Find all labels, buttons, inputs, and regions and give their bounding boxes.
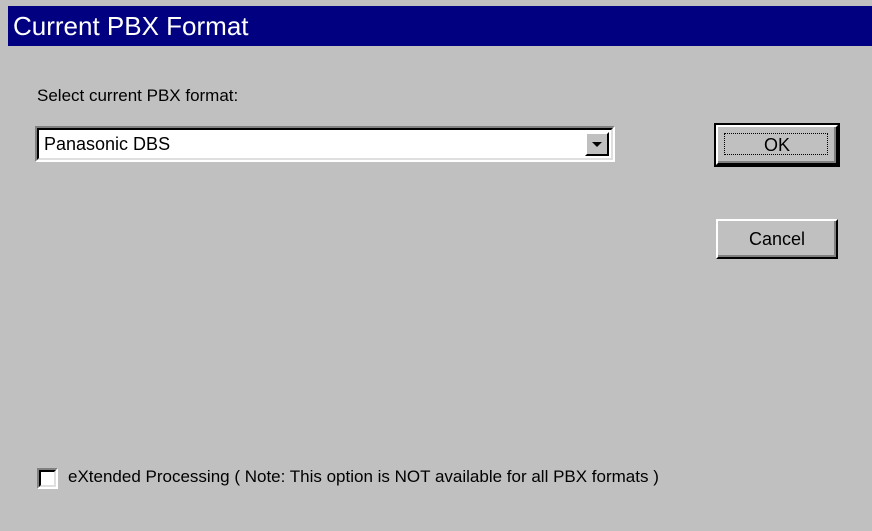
checkbox-box — [39, 470, 56, 487]
dropdown-button[interactable] — [585, 132, 609, 156]
window-title: Current PBX Format — [13, 11, 249, 41]
select-format-label: Select current PBX format: — [37, 86, 239, 105]
chevron-down-icon — [592, 142, 602, 147]
extended-processing-checkbox[interactable] — [37, 468, 58, 489]
dialog-window: Current PBX Format Select current PBX fo… — [0, 0, 872, 531]
dropdown-selected-value: Panasonic DBS — [44, 134, 171, 154]
cancel-button-label: Cancel — [748, 229, 806, 249]
title-bar[interactable]: Current PBX Format — [8, 6, 872, 46]
cancel-button[interactable]: Cancel — [716, 219, 838, 259]
ok-button[interactable]: OK — [714, 123, 840, 167]
extended-processing-label[interactable]: eXtended Processing ( Note: This option … — [68, 467, 659, 487]
ok-button-label: OK — [763, 135, 790, 155]
window-frame — [0, 0, 8, 531]
dropdown-field[interactable]: Panasonic DBS — [37, 128, 613, 160]
pbx-format-dropdown[interactable]: Panasonic DBS — [35, 126, 615, 162]
